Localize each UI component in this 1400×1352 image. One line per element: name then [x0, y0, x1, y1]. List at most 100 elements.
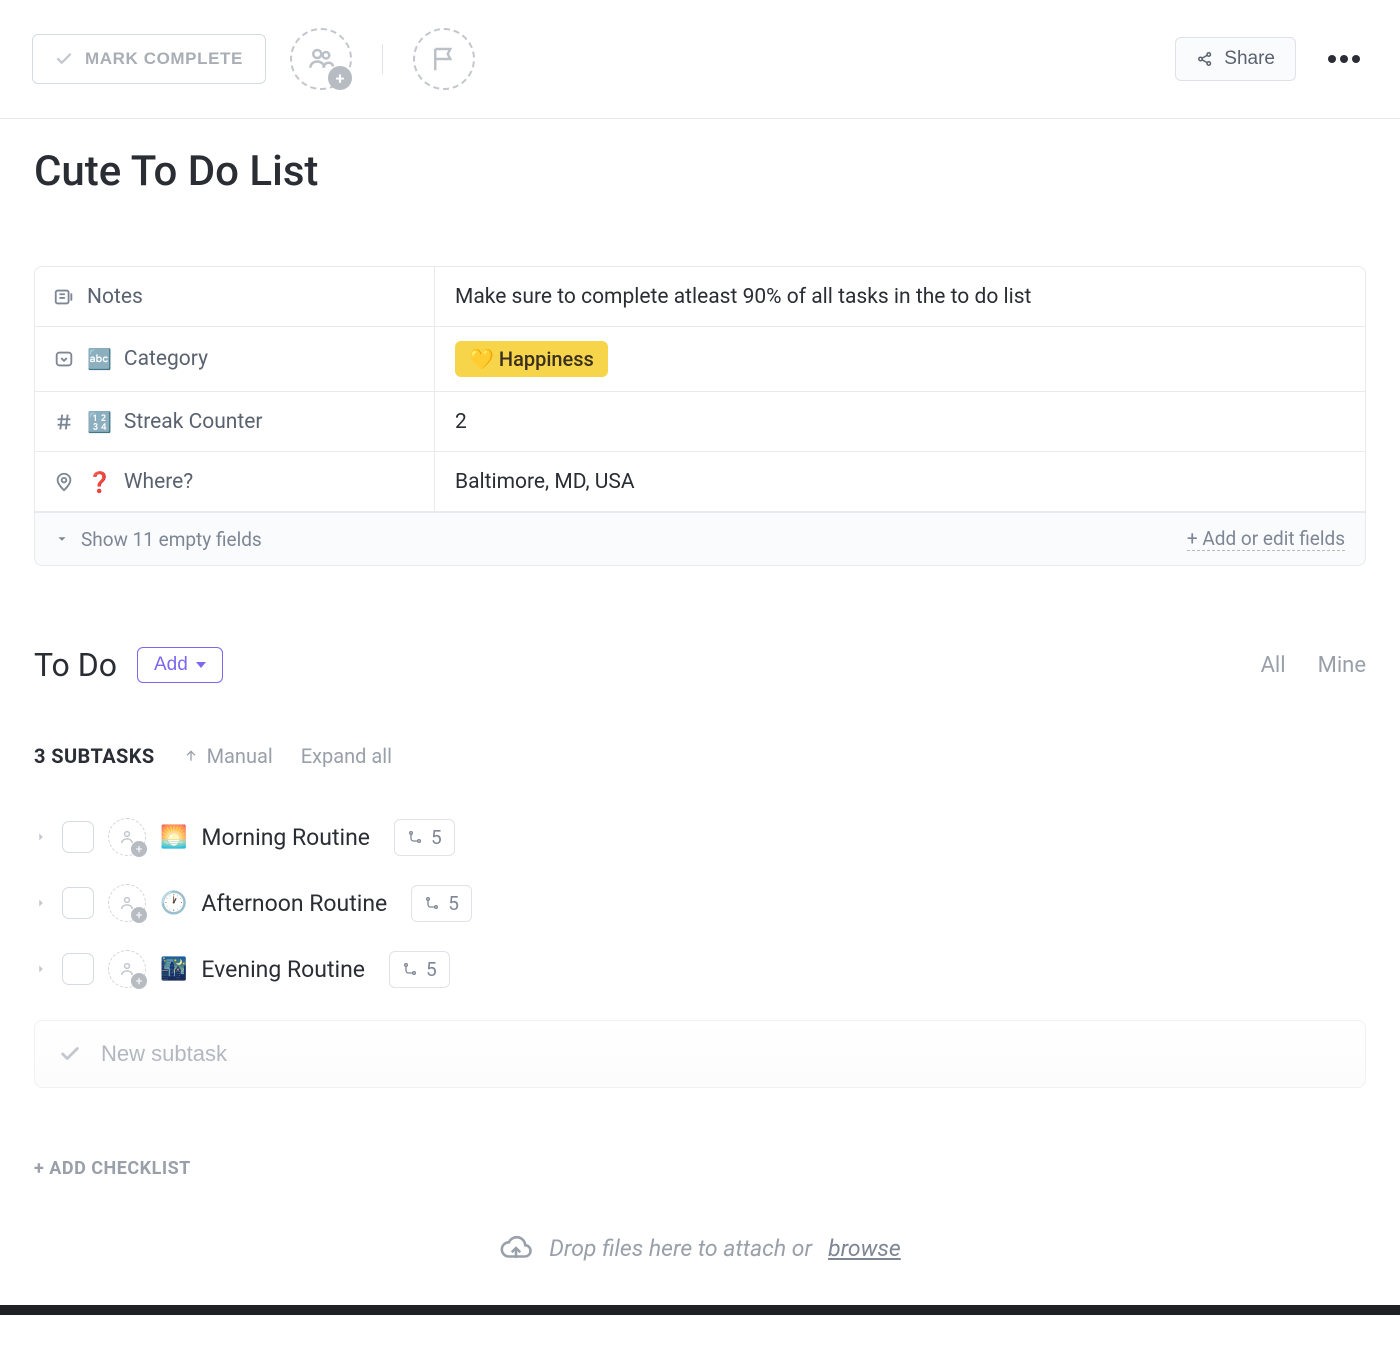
add-subtask-button[interactable]: Add — [137, 647, 223, 683]
sort-label: Manual — [207, 744, 273, 768]
dot-icon — [1340, 55, 1348, 63]
subtask-checkbox[interactable] — [62, 953, 94, 985]
plus-badge-icon: + — [131, 841, 147, 857]
window-bottom-bar — [0, 1305, 1400, 1315]
subtask-row: + 🕐 Afternoon Routine 5 — [34, 870, 1366, 936]
todo-heading: To Do — [34, 646, 117, 684]
subtask-checkbox[interactable] — [62, 821, 94, 853]
plus-badge-icon: + — [131, 973, 147, 989]
arrow-up-icon — [183, 748, 199, 764]
expand-caret-icon[interactable] — [34, 830, 48, 844]
dot-icon — [1352, 55, 1360, 63]
expand-caret-icon[interactable] — [34, 962, 48, 976]
main-content: Cute To Do List Notes Make sure to compl… — [0, 119, 1400, 1305]
field-row: 🔢 Streak Counter 2 — [35, 392, 1365, 452]
browse-link[interactable]: browse — [828, 1235, 901, 1262]
subtask-row: + 🌅 Morning Routine 5 — [34, 804, 1366, 870]
subtask-count-label: 3 SUBTASKS — [34, 744, 155, 768]
field-label[interactable]: Notes — [35, 267, 435, 326]
assign-subtask-button[interactable]: + — [108, 884, 146, 922]
check-icon — [59, 1043, 81, 1065]
fields-footer: Show 11 empty fields + Add or edit field… — [34, 513, 1366, 566]
add-edit-fields-button[interactable]: + Add or edit fields — [1187, 527, 1345, 551]
field-value-text[interactable]: Make sure to complete atleast 90% of all… — [455, 285, 1031, 309]
field-label[interactable]: 🔢 Streak Counter — [35, 392, 435, 451]
more-menu-button[interactable] — [1320, 47, 1368, 71]
subtask-count-badge[interactable]: 5 — [411, 885, 472, 922]
pin-icon — [53, 471, 75, 493]
subtask-count-value: 5 — [426, 958, 437, 981]
field-label[interactable]: ❓ Where? — [35, 452, 435, 511]
add-checklist-button[interactable]: + ADD CHECKLIST — [34, 1158, 1366, 1179]
todo-header: To Do Add All Mine — [34, 646, 1366, 684]
field-value[interactable]: 💛 Happiness — [435, 327, 1365, 391]
caret-down-icon — [55, 532, 69, 546]
subtask-emoji: 🕐 — [160, 891, 187, 916]
show-empty-fields-button[interactable]: Show 11 empty fields — [55, 528, 262, 551]
field-value[interactable]: 2 — [435, 392, 1365, 451]
subtask-checkbox[interactable] — [62, 887, 94, 919]
mark-complete-label: MARK COMPLETE — [85, 49, 243, 69]
todo-filters: All Mine — [1261, 653, 1366, 678]
field-value-text[interactable]: Baltimore, MD, USA — [455, 470, 635, 494]
assign-subtask-button[interactable]: + — [108, 950, 146, 988]
dropzone-text: Drop files here to attach or — [549, 1235, 812, 1262]
hash-icon — [53, 411, 75, 433]
subtask-tree-icon — [402, 961, 418, 977]
caret-down-icon — [196, 662, 206, 668]
subtask-tree-icon — [407, 829, 423, 845]
fields-table: Notes Make sure to complete atleast 90% … — [34, 266, 1366, 513]
plus-badge-icon: + — [131, 907, 147, 923]
field-emoji: 🔢 — [87, 410, 112, 434]
add-label: Add — [154, 654, 188, 676]
todo-section: To Do Add All Mine 3 SUBTASKS Manual Exp… — [34, 646, 1366, 1179]
sort-button[interactable]: Manual — [183, 744, 273, 768]
show-empty-fields-label: Show 11 empty fields — [81, 528, 262, 551]
subtask-count-value: 5 — [431, 826, 442, 849]
field-label-text: Notes — [87, 285, 143, 309]
subtask-emoji: 🌅 — [160, 825, 187, 850]
dropdown-icon — [53, 348, 75, 370]
field-label-text: Category — [124, 347, 208, 371]
field-row: Notes Make sure to complete atleast 90% … — [35, 267, 1365, 327]
share-label: Share — [1224, 48, 1275, 70]
field-label[interactable]: 🔤 Category — [35, 327, 435, 391]
attachment-dropzone[interactable]: Drop files here to attach or browse — [34, 1207, 1366, 1305]
filter-all[interactable]: All — [1261, 653, 1286, 678]
dot-icon — [1328, 55, 1336, 63]
subtask-name[interactable]: Afternoon Routine — [201, 890, 387, 917]
assign-people-button[interactable]: + — [290, 28, 352, 90]
category-tag[interactable]: 💛 Happiness — [455, 341, 608, 377]
subtask-name[interactable]: Morning Routine — [201, 824, 370, 851]
share-icon — [1196, 50, 1214, 68]
share-button[interactable]: Share — [1175, 37, 1296, 81]
field-value[interactable]: Make sure to complete atleast 90% of all… — [435, 267, 1365, 326]
mark-complete-button[interactable]: MARK COMPLETE — [32, 34, 266, 84]
page-title: Cute To Do List — [34, 147, 1366, 196]
field-row: 🔤 Category 💛 Happiness — [35, 327, 1365, 392]
subtask-name[interactable]: Evening Routine — [201, 956, 365, 983]
field-label-text: Streak Counter — [124, 410, 263, 434]
new-subtask-input[interactable] — [101, 1041, 1341, 1067]
toolbar-divider — [382, 44, 383, 74]
expand-caret-icon[interactable] — [34, 896, 48, 910]
subtask-toolbar: 3 SUBTASKS Manual Expand all — [34, 744, 1366, 768]
field-label-text: Where? — [124, 470, 193, 494]
field-value[interactable]: Baltimore, MD, USA — [435, 452, 1365, 511]
subtask-count-value: 5 — [448, 892, 459, 915]
subtask-list: + 🌅 Morning Routine 5 + 🕐 Afternoon Rout… — [34, 804, 1366, 1002]
filter-mine[interactable]: Mine — [1318, 653, 1366, 678]
subtask-count-badge[interactable]: 5 — [389, 951, 450, 988]
check-icon — [55, 50, 73, 68]
subtask-row: + 🌃 Evening Routine 5 — [34, 936, 1366, 1002]
set-priority-button[interactable] — [413, 28, 475, 90]
field-emoji: 🔤 — [87, 347, 112, 371]
plus-badge-icon: + — [328, 66, 352, 90]
subtask-tree-icon — [424, 895, 440, 911]
field-value-text[interactable]: 2 — [455, 410, 467, 434]
expand-all-button[interactable]: Expand all — [301, 744, 392, 768]
subtask-count-badge[interactable]: 5 — [394, 819, 455, 856]
new-subtask-row[interactable] — [34, 1020, 1366, 1088]
assign-subtask-button[interactable]: + — [108, 818, 146, 856]
subtask-emoji: 🌃 — [160, 957, 187, 982]
